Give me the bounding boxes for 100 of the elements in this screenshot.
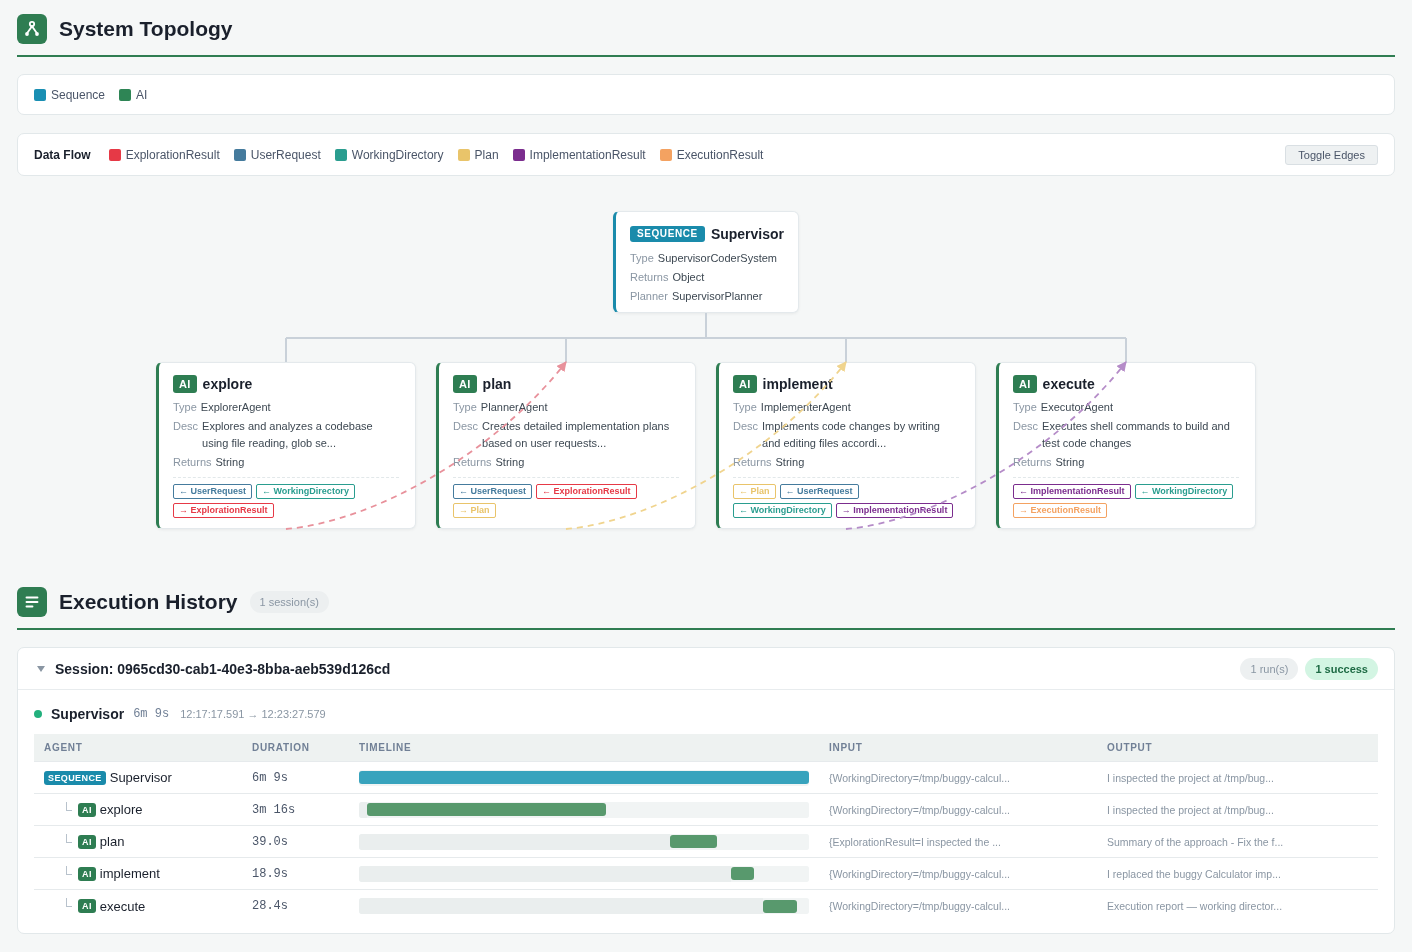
column-header: OUTPUT: [1106, 742, 1154, 753]
field-value: String: [215, 455, 245, 470]
field-label: Desc: [453, 419, 479, 434]
agent-name: implement: [99, 866, 160, 881]
table-cell-text: {WorkingDirectory=/tmp/buggy-calcul...: [828, 867, 1011, 880]
table-cell-text: 6m 9s: [251, 770, 289, 785]
field-value: Implements code changes by writing and editing files accordi...: [762, 419, 941, 451]
field-label: Planner: [629, 289, 668, 304]
field-value: Explores and analyzes a codebase using file reading, glob se...: [202, 419, 374, 451]
port-tag: ← UserRequest: [173, 484, 253, 499]
type-badge: AI: [733, 375, 757, 393]
field-value: PlannerAgent: [480, 400, 548, 415]
hierarchy-icon: [17, 14, 47, 44]
type-badge: AI: [78, 866, 96, 881]
run-name: Supervisor: [51, 706, 125, 722]
port-tag: → ExecutionResult: [1013, 503, 1107, 518]
port-tag: ← UserRequest: [779, 484, 859, 499]
column-header: INPUT: [828, 742, 864, 753]
node-title: explore: [202, 376, 253, 392]
column-header: AGENT: [43, 742, 84, 753]
field-label: Type: [733, 400, 757, 415]
port-tag: ← WorkingDirectory: [733, 503, 832, 518]
legend-label: UserRequest: [250, 147, 321, 162]
field-value: SupervisorPlanner: [671, 289, 763, 304]
node-card[interactable]: AI implement Type ImplementerAgent Desc Implements code changes by writing and editing files accordi... Returns String ← Plan ← UserRequest ← WorkingDirectory → ImplementationResult: [716, 362, 976, 529]
table-cell-text: {WorkingDirectory=/tmp/buggy-calcul...: [828, 803, 1011, 816]
field-label: Type: [173, 400, 197, 415]
run-time-range: 12:17:17.591 → 12:23:27.579: [180, 708, 326, 720]
field-value: SupervisorCoderSystem: [657, 251, 778, 266]
type-badge: AI: [453, 375, 477, 393]
run-duration: 6m 9s: [133, 707, 170, 721]
port-tag: → Plan: [453, 503, 496, 518]
node-card[interactable]: SEQUENCE Supervisor Type SupervisorCoderSystem Returns Object Planner SupervisorPlanner: [612, 211, 800, 313]
port-tag: → ImplementationResult: [835, 503, 954, 518]
agent-name: explore: [99, 802, 143, 817]
legend-label: ImplementationResult: [529, 147, 646, 162]
field-value: String: [1055, 455, 1085, 470]
field-value: ExecutorAgent: [1040, 400, 1113, 415]
type-badge: AI: [78, 899, 96, 913]
session-title: Session: 0965cd30-cab1-40e3-8bba-aeb539d126cd: [55, 660, 391, 677]
type-badge: AI: [78, 834, 96, 849]
section-title: System Topology: [59, 17, 233, 41]
status-badge: 1 success: [1305, 657, 1378, 680]
table-cell-text: 28.4s: [251, 899, 289, 913]
table-cell-text: {WorkingDirectory=/tmp/buggy-calcul...: [828, 771, 1011, 784]
field-label: Type: [1013, 400, 1037, 415]
table-cell-text: {WorkingDirectory=/tmp/buggy-calcul...: [828, 900, 1011, 912]
legend-label: ExplorationResult: [125, 147, 220, 162]
node-card[interactable]: AI execute Type ExecutorAgent Desc Executes shell commands to build and test code changes Returns String ← ImplementationResult ← WorkingDirectory → ExecutionResult: [996, 362, 1256, 529]
type-badge: AI: [1013, 375, 1037, 393]
field-value: Creates detailed implementation plans based on user requests...: [482, 419, 671, 451]
table-cell-text: I inspected the project at /tmp/bug...: [1106, 803, 1275, 816]
table-cell-text: I inspected the project at /tmp/bug...: [1106, 771, 1275, 784]
node-card[interactable]: AI explore Type ExplorerAgent Desc Explores and analyzes a codebase using file reading, glob se... Returns String ← UserRequest ← WorkingDirectory → ExplorationResult: [156, 362, 416, 529]
toggle-edges-button[interactable]: Toggle Edges: [1285, 144, 1378, 165]
section-title: Execution History: [59, 590, 238, 614]
field-value: Object: [672, 270, 705, 285]
field-label: Returns: [733, 455, 772, 470]
table-cell-text: 39.0s: [251, 834, 289, 849]
field-label: Returns: [453, 455, 492, 470]
field-value: ExplorerAgent: [200, 400, 271, 415]
list-icon: [17, 587, 47, 617]
table-cell-text: 18.9s: [251, 866, 289, 881]
port-tag: ← ImplementationResult: [1013, 484, 1131, 499]
field-label: Type: [453, 400, 477, 415]
type-badge: SEQUENCE: [629, 226, 705, 242]
column-header: TIMELINE: [358, 742, 413, 753]
port-tag: → ExplorationResult: [173, 503, 274, 518]
column-header: DURATION: [251, 742, 311, 753]
field-value: ImplementerAgent: [760, 400, 851, 415]
port-tag: ← ExplorationResult: [536, 484, 637, 499]
field-label: Returns: [173, 455, 212, 470]
type-badge: AI: [173, 375, 197, 393]
agent-name: execute: [99, 898, 146, 914]
node-card[interactable]: AI plan Type PlannerAgent Desc Creates detailed implementation plans based on user requests... Returns String ← UserRequest ← ExplorationResult → Plan: [436, 362, 696, 529]
node-title: implement: [762, 376, 833, 392]
tree-branch-icon: [66, 833, 72, 843]
port-tag: ← Plan: [733, 484, 776, 499]
table-cell-text: {ExplorationResult=I inspected the ...: [828, 835, 1002, 848]
legend-label: AI: [136, 87, 148, 102]
node-title: plan: [482, 376, 512, 392]
legend-label: WorkingDirectory: [351, 147, 444, 162]
node-title: execute: [1042, 376, 1095, 392]
legend-label: Plan: [474, 147, 499, 162]
field-label: Desc: [733, 419, 759, 434]
port-tag: ← WorkingDirectory: [256, 484, 355, 499]
field-value: String: [775, 455, 805, 470]
agent-name: plan: [99, 834, 125, 849]
field-value: Executes shell commands to build and test code changes: [1042, 419, 1231, 451]
field-label: Returns: [1013, 455, 1052, 470]
node-title: Supervisor: [710, 226, 785, 242]
field-label: Desc: [173, 419, 199, 434]
table-cell-text: Summary of the approach - Fix the f...: [1106, 835, 1285, 848]
table-cell-text: 3m 16s: [251, 802, 297, 817]
agent-name: Supervisor: [109, 770, 172, 785]
field-value: String: [495, 455, 525, 470]
caret-icon[interactable]: [37, 665, 45, 672]
port-tag: ← UserRequest: [453, 484, 533, 499]
type-badge: SEQUENCE: [44, 770, 106, 785]
run-count-badge: 1 run(s): [1240, 657, 1299, 680]
